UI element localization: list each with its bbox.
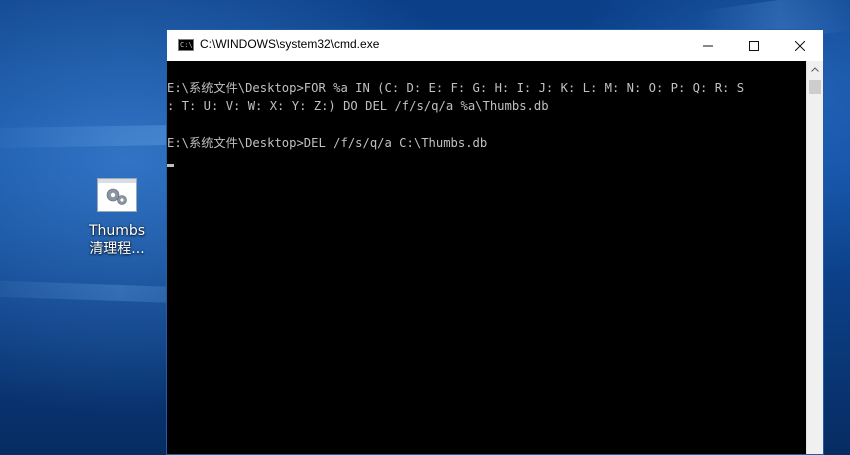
- scroll-up-icon: [811, 67, 819, 72]
- desktop-icon-label-line1: Thumbs: [88, 223, 146, 239]
- scrollbar-thumb[interactable]: [809, 80, 821, 94]
- desktop-icon-thumbs-cleaner[interactable]: Thumbs 清理程...: [78, 178, 156, 258]
- console-output[interactable]: E:\系统文件\Desktop>FOR %a IN (C: D: E: F: G…: [167, 61, 807, 454]
- close-icon: [795, 40, 805, 51]
- minimize-icon: [703, 45, 713, 46]
- console-line: E:\系统文件\Desktop>FOR %a IN (C: D: E: F: G…: [167, 81, 745, 95]
- text-cursor: [167, 163, 174, 167]
- desktop-icon-label-line2: 清理程...: [89, 241, 145, 257]
- close-button[interactable]: [777, 30, 823, 61]
- window-title: C:\WINDOWS\system32\cmd.exe: [200, 37, 380, 51]
- cmd-app-icon[interactable]: C:\: [178, 39, 194, 51]
- scroll-up-button[interactable]: [807, 61, 823, 78]
- minimize-button[interactable]: [685, 30, 731, 61]
- console-cursor-line: [167, 153, 807, 171]
- title-bar[interactable]: C:\ C:\WINDOWS\system32\cmd.exe: [167, 30, 823, 61]
- maximize-icon: [749, 40, 759, 51]
- cmd-window[interactable]: C:\ C:\WINDOWS\system32\cmd.exe E:\系统文件\…: [166, 29, 824, 455]
- console-line: E:\系统文件\Desktop>DEL /f/s/q/a C:\Thumbs.d…: [167, 136, 488, 151]
- console-line: : T: U: V: W: X: Y: Z:) DO DEL /f/s/q/a …: [167, 99, 549, 114]
- maximize-button[interactable]: [731, 30, 777, 61]
- settings-gear-file-icon: [97, 178, 137, 212]
- vertical-scrollbar[interactable]: [806, 61, 823, 454]
